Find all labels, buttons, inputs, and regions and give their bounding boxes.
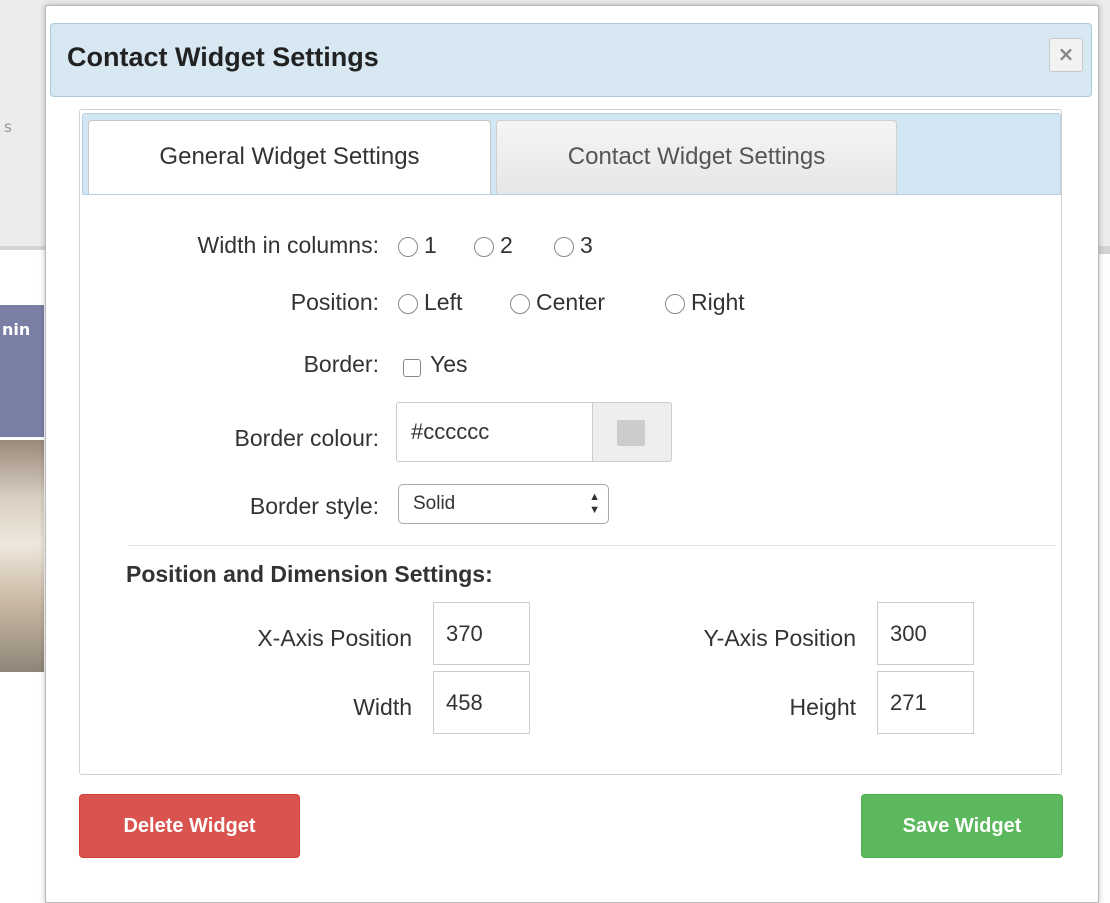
width-input[interactable]: 458 (433, 671, 530, 734)
widget-settings-dialog: Contact Widget Settings × General Widget… (45, 5, 1099, 903)
border-style-select[interactable]: Solid ▲ ▼ (398, 484, 609, 524)
position-label: Position: (290, 289, 379, 315)
dialog-header: Contact Widget Settings × (50, 23, 1092, 97)
colour-picker-button[interactable] (592, 402, 672, 462)
border-style-label: Border style: (249, 493, 379, 519)
tab-contact-widget-settings[interactable]: Contact Widget Settings (496, 120, 897, 194)
width-radio-1[interactable] (398, 237, 418, 257)
x-axis-position-label: X-Axis Position (257, 625, 412, 651)
position-left-label: Left (424, 289, 463, 315)
x-axis-position-input[interactable]: 370 (433, 602, 530, 665)
background-image (0, 440, 44, 672)
tab-general-widget-settings[interactable]: General Widget Settings (88, 120, 491, 194)
y-axis-position-input[interactable]: 300 (877, 602, 974, 665)
width-label: Width (353, 694, 412, 720)
position-center-label: Center (536, 289, 606, 315)
border-colour-label: Border colour: (234, 425, 379, 451)
border-checkbox[interactable] (403, 359, 421, 377)
dimension-section-title: Position and Dimension Settings: (126, 561, 493, 587)
width-option-2-label: 2 (500, 232, 513, 258)
width-radio-3[interactable] (554, 237, 574, 257)
tab-bar: General Widget Settings Contact Widget S… (82, 113, 1061, 195)
position-radio-center[interactable] (510, 294, 530, 314)
select-updown-icon: ▲ ▼ (589, 491, 600, 516)
width-radio-2[interactable] (474, 237, 494, 257)
position-radio-right[interactable] (665, 294, 685, 314)
border-yes-label: Yes (430, 351, 468, 377)
delete-widget-button[interactable]: Delete Widget (79, 794, 300, 858)
height-label: Height (789, 694, 856, 720)
section-divider (128, 545, 1056, 546)
dialog-title: Contact Widget Settings (67, 42, 379, 72)
height-input[interactable]: 271 (877, 671, 974, 734)
position-right-label: Right (691, 289, 745, 315)
width-option-1-label: 1 (424, 232, 437, 258)
colour-swatch-icon (617, 420, 645, 446)
y-axis-position-label: Y-Axis Position (703, 625, 856, 651)
width-option-3-label: 3 (580, 232, 593, 258)
border-label: Border: (303, 351, 379, 377)
background-banner-text: nin (2, 320, 31, 339)
background-text: s (4, 118, 12, 136)
border-colour-input[interactable]: #cccccc (396, 402, 593, 462)
close-icon[interactable]: × (1049, 38, 1083, 72)
position-radio-left[interactable] (398, 294, 418, 314)
width-in-columns-label: Width in columns: (197, 232, 379, 258)
border-style-value: Solid (413, 493, 456, 514)
save-widget-button[interactable]: Save Widget (861, 794, 1063, 858)
